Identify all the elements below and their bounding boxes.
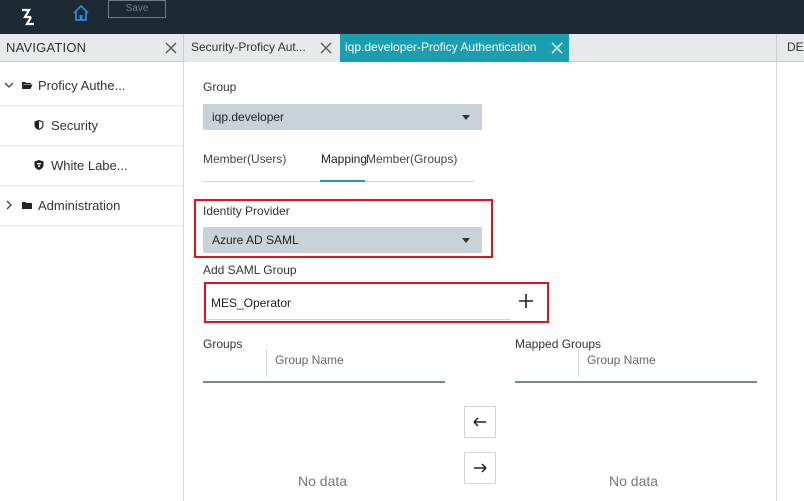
subtab-member-users[interactable]: Member(Users)	[203, 152, 286, 166]
right-panel-strip	[776, 62, 804, 501]
top-bar: Save	[0, 0, 804, 34]
chevron-right-icon[interactable]	[4, 200, 14, 210]
navigation-title: NAVIGATION	[6, 40, 87, 55]
identity-provider-select[interactable]: Azure AD SAML	[203, 227, 482, 253]
active-subtab-indicator	[320, 180, 365, 182]
sidebar-item-administration[interactable]: Administration	[0, 186, 183, 226]
mapped-groups-column-group-name[interactable]: Group Name	[587, 353, 656, 367]
subtab-member-groups[interactable]: Member(Groups)	[366, 152, 457, 166]
sidebar-item-label: Administration	[38, 198, 121, 213]
tab-de-label: DE	[787, 40, 804, 54]
sidebar-item-white-label[interactable]: White Labe...	[0, 146, 183, 186]
add-saml-group-label: Add SAML Group	[203, 263, 297, 277]
chevron-down-icon[interactable]	[4, 80, 14, 90]
sidebar-item-label: Proficy Authe...	[38, 78, 126, 93]
group-select[interactable]: iqp.developer	[203, 104, 482, 130]
identity-provider-label: Identity Provider	[203, 204, 290, 218]
tab-iqp-developer[interactable]: iqp.developer-Proficy Authentication	[340, 34, 569, 62]
arrow-left-icon	[473, 417, 486, 427]
move-right-button[interactable]	[464, 452, 496, 484]
navigation-sidebar: Proficy Authe... Security White Labe... …	[0, 62, 184, 501]
folder-icon	[22, 202, 32, 209]
mapped-groups-no-data: No data	[609, 473, 659, 489]
add-saml-group-plus-icon[interactable]	[515, 290, 537, 312]
arrow-right-icon	[474, 463, 487, 473]
column-separator	[266, 349, 267, 377]
tab-security[interactable]: Security-Proficy Aut...	[185, 34, 340, 62]
sidebar-item-proficy-authentication[interactable]: Proficy Authe...	[0, 66, 183, 106]
home-icon[interactable]	[72, 4, 90, 22]
groups-column-group-name[interactable]: Group Name	[275, 353, 344, 367]
column-separator	[578, 349, 579, 377]
move-left-button[interactable]	[464, 406, 496, 438]
app-logo-icon[interactable]	[18, 6, 38, 28]
saml-group-input[interactable]: MES_Operator	[207, 290, 510, 320]
tab-de[interactable]: DE	[776, 34, 804, 62]
navigation-header: NAVIGATION	[0, 34, 184, 62]
sidebar-item-label: Security	[51, 118, 98, 133]
caret-down-icon	[462, 115, 470, 120]
groups-grid-header: Group Name	[203, 343, 445, 383]
save-button[interactable]: Save	[108, 0, 166, 18]
subtab-mapping[interactable]: Mapping	[321, 152, 367, 166]
shield-brand-icon	[34, 160, 44, 170]
mapping-panel: Group iqp.developer Member(Users) Mappin…	[185, 62, 776, 501]
tab-security-label: Security-Proficy Aut...	[191, 40, 306, 54]
group-label: Group	[203, 80, 237, 94]
close-tab-icon[interactable]	[550, 41, 564, 55]
sidebar-item-label: White Labe...	[51, 158, 128, 173]
close-tab-icon[interactable]	[319, 41, 333, 55]
member-subtabs: Member(Users) Mapping Member(Groups)	[203, 144, 474, 182]
identity-provider-value: Azure AD SAML	[212, 233, 299, 247]
tab-iqp-developer-label: iqp.developer-Proficy Authentication	[345, 40, 537, 54]
close-navigation-icon[interactable]	[164, 41, 178, 55]
group-select-value: iqp.developer	[212, 110, 285, 124]
groups-no-data: No data	[298, 473, 348, 489]
caret-down-icon	[462, 238, 470, 243]
shield-icon	[34, 120, 44, 130]
tab-row: NAVIGATION Security-Proficy Aut... iqp.d…	[0, 34, 804, 62]
mapped-groups-grid-header: Group Name	[515, 343, 757, 383]
sidebar-item-security[interactable]: Security	[0, 106, 183, 146]
saml-group-value: MES_Operator	[211, 296, 292, 310]
folder-open-icon	[22, 82, 33, 89]
